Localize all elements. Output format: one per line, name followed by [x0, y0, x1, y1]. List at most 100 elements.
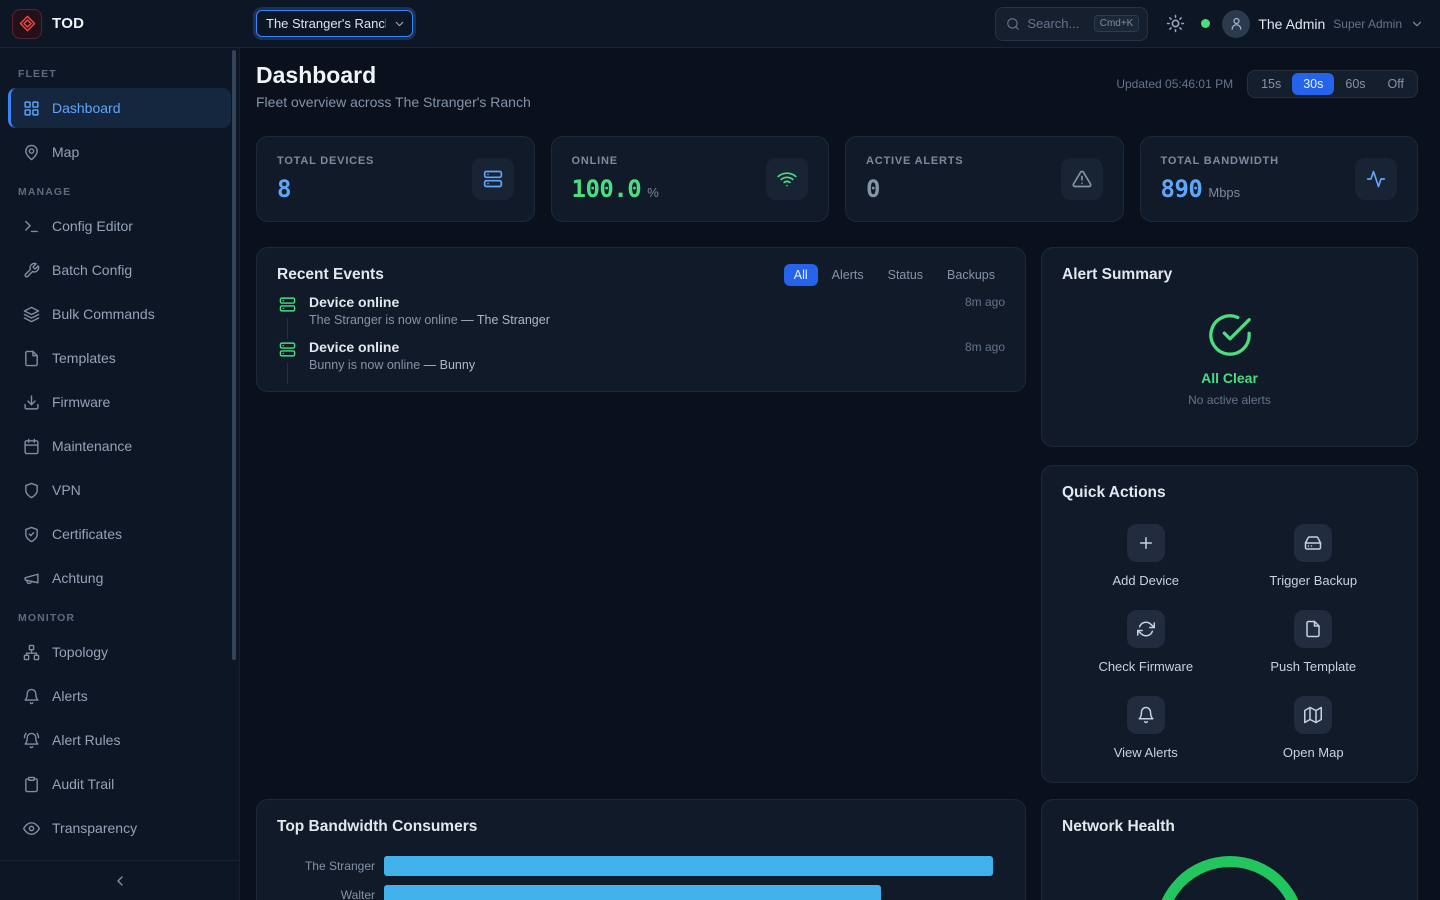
stat-info: TOTAL DEVICES8 [277, 155, 374, 203]
server-icon [279, 296, 296, 313]
sidebar-item-transparency[interactable]: Transparency [8, 808, 231, 848]
sidebar-item-label: VPN [52, 482, 81, 498]
event-filter-status[interactable]: Status [878, 264, 933, 286]
stat-suffix: Mbps [1208, 185, 1240, 200]
stat-card-online: ONLINE100.0% [551, 136, 830, 222]
sidebar-collapse-button[interactable] [0, 860, 239, 900]
event-timeline [277, 294, 297, 339]
refresh-option-off[interactable]: Off [1377, 73, 1415, 95]
clipboard-icon [23, 776, 40, 793]
download-icon [23, 394, 40, 411]
network-icon [23, 644, 40, 661]
refresh-icon [1127, 610, 1165, 648]
stat-value: 100.0 [572, 175, 642, 203]
stat-label: ACTIVE ALERTS [866, 155, 963, 167]
alert-status: All Clear [1201, 370, 1258, 386]
sidebar: FLEET Dashboard Map MANAGE Config EditorBatc… [0, 48, 240, 900]
event-device: — Bunny [424, 358, 475, 372]
user-menu[interactable]: The Admin Super Admin [1222, 10, 1424, 38]
alert-summary-body: All Clear No active alerts [1062, 312, 1397, 407]
sidebar-item-maintenance[interactable]: Maintenance [8, 426, 231, 466]
sidebar-nav: FLEET Dashboard Map MANAGE Config EditorBatc… [8, 68, 231, 848]
sidebar-item-vpn[interactable]: VPN [8, 470, 231, 510]
sidebar-item-label: Map [52, 144, 79, 160]
nav-section-label-fleet: FLEET [8, 68, 231, 80]
sidebar-item-audit-trail[interactable]: Audit Trail [8, 764, 231, 804]
sidebar-item-dashboard[interactable]: Dashboard [8, 88, 231, 128]
stat-label: TOTAL DEVICES [277, 155, 374, 167]
event-filter-alerts[interactable]: Alerts [822, 264, 874, 286]
sidebar-item-config-editor[interactable]: Config Editor [8, 206, 231, 246]
quick-action-check-firmware[interactable]: Check Firmware [1062, 610, 1230, 674]
left-column: Recent Events AllAlertsStatusBackups Dev… [256, 247, 1026, 900]
bandwidth-bars: The StrangerWalter [277, 856, 1005, 900]
alert-summary-title: Alert Summary [1062, 264, 1397, 286]
recent-events-panel: Recent Events AllAlertsStatusBackups Dev… [256, 247, 1026, 392]
bell-ring-icon [23, 732, 40, 749]
user-role: Super Admin [1333, 17, 1402, 31]
server-icon [472, 158, 514, 200]
theme-toggle-button[interactable] [1166, 14, 1185, 33]
event-body: Device online8m agoThe Stranger is now o… [309, 294, 1005, 339]
sidebar-item-templates[interactable]: Templates [8, 338, 231, 378]
refresh-option-60s[interactable]: 60s [1334, 73, 1376, 95]
panels-grid: Recent Events AllAlertsStatusBackups Dev… [256, 247, 1418, 900]
search-input[interactable] [1027, 16, 1086, 31]
timeline-connector [287, 363, 288, 384]
nav-section-label-manage: MANAGE [8, 186, 231, 198]
chevron-down-icon [1410, 17, 1424, 31]
quick-action-label: Check Firmware [1098, 659, 1193, 674]
sidebar-item-certificates[interactable]: Certificates [8, 514, 231, 554]
stat-info: ONLINE100.0% [572, 155, 659, 203]
quick-action-label: Push Template [1270, 659, 1356, 674]
sidebar-item-firmware[interactable]: Firmware [8, 382, 231, 422]
sidebar-item-alert-rules[interactable]: Alert Rules [8, 720, 231, 760]
sidebar-item-label: Alert Rules [52, 732, 120, 748]
app-root: TOD The Stranger's Ranch Cmd+K The Admin… [0, 0, 1440, 900]
avatar [1222, 10, 1250, 38]
quick-actions-title: Quick Actions [1062, 482, 1397, 504]
app-logo-icon [12, 9, 42, 39]
event-filter-backups[interactable]: Backups [937, 264, 1005, 286]
quick-action-open-map[interactable]: Open Map [1230, 696, 1398, 760]
sidebar-item-batch-config[interactable]: Batch Config [8, 250, 231, 290]
stat-value-row: 890Mbps [1161, 175, 1279, 203]
sidebar-item-map[interactable]: Map [8, 132, 231, 172]
activity-icon [1355, 158, 1397, 200]
stat-info: TOTAL BANDWIDTH890Mbps [1161, 155, 1279, 203]
hard-drive-icon [1294, 524, 1332, 562]
quick-actions-grid: Add DeviceTrigger Backup Check Firmware Pu… [1062, 524, 1397, 760]
quick-action-label: View Alerts [1114, 745, 1178, 760]
quick-action-add-device[interactable]: Add Device [1062, 524, 1230, 588]
quick-action-push-template[interactable]: Push Template [1230, 610, 1398, 674]
event-filter-all[interactable]: All [784, 264, 818, 286]
event-top-row: Device online8m ago [309, 294, 1005, 310]
refresh-option-30s[interactable]: 30s [1292, 73, 1334, 95]
sidebar-item-achtung[interactable]: Achtung [8, 558, 231, 598]
sidebar-scrollbar[interactable] [232, 50, 236, 660]
site-selector[interactable]: The Stranger's Ranch [256, 10, 413, 37]
header-controls: Updated 05:46:01 PM 15s30s60sOff [1116, 70, 1418, 98]
stat-card-active-alerts: ACTIVE ALERTS 0 [845, 136, 1124, 222]
stat-value: 0 [866, 175, 880, 203]
refresh-option-15s[interactable]: 15s [1250, 73, 1292, 95]
event-row: Device online8m agoThe Stranger is now o… [277, 294, 1005, 339]
sidebar-item-alerts[interactable]: Alerts [8, 676, 231, 716]
bar-track [384, 885, 1005, 900]
search-shortcut-badge: Cmd+K [1094, 15, 1140, 32]
event-top-row: Device online8m ago [309, 339, 1005, 355]
event-body: Device online8m agoBunny is now online —… [309, 339, 1005, 384]
quick-action-trigger-backup[interactable]: Trigger Backup [1230, 524, 1398, 588]
updated-timestamp: Updated 05:46:01 PM [1116, 77, 1233, 91]
event-device: — The Stranger [461, 313, 550, 327]
quick-action-view-alerts[interactable]: View Alerts [1062, 696, 1230, 760]
plus-icon [1127, 524, 1165, 562]
chevron-left-icon [112, 873, 128, 889]
search-icon [1006, 17, 1020, 31]
bandwidth-panel: Top Bandwidth Consumers The StrangerWalt… [256, 799, 1026, 900]
sidebar-item-topology[interactable]: Topology [8, 632, 231, 672]
stats-row: TOTAL DEVICES8 ONLINE100.0% ACTIVE ALERTS 0… [256, 136, 1418, 222]
sidebar-item-bulk-commands[interactable]: Bulk Commands [8, 294, 231, 334]
sidebar-item-label: Bulk Commands [52, 306, 155, 322]
quick-action-label: Open Map [1283, 745, 1344, 760]
